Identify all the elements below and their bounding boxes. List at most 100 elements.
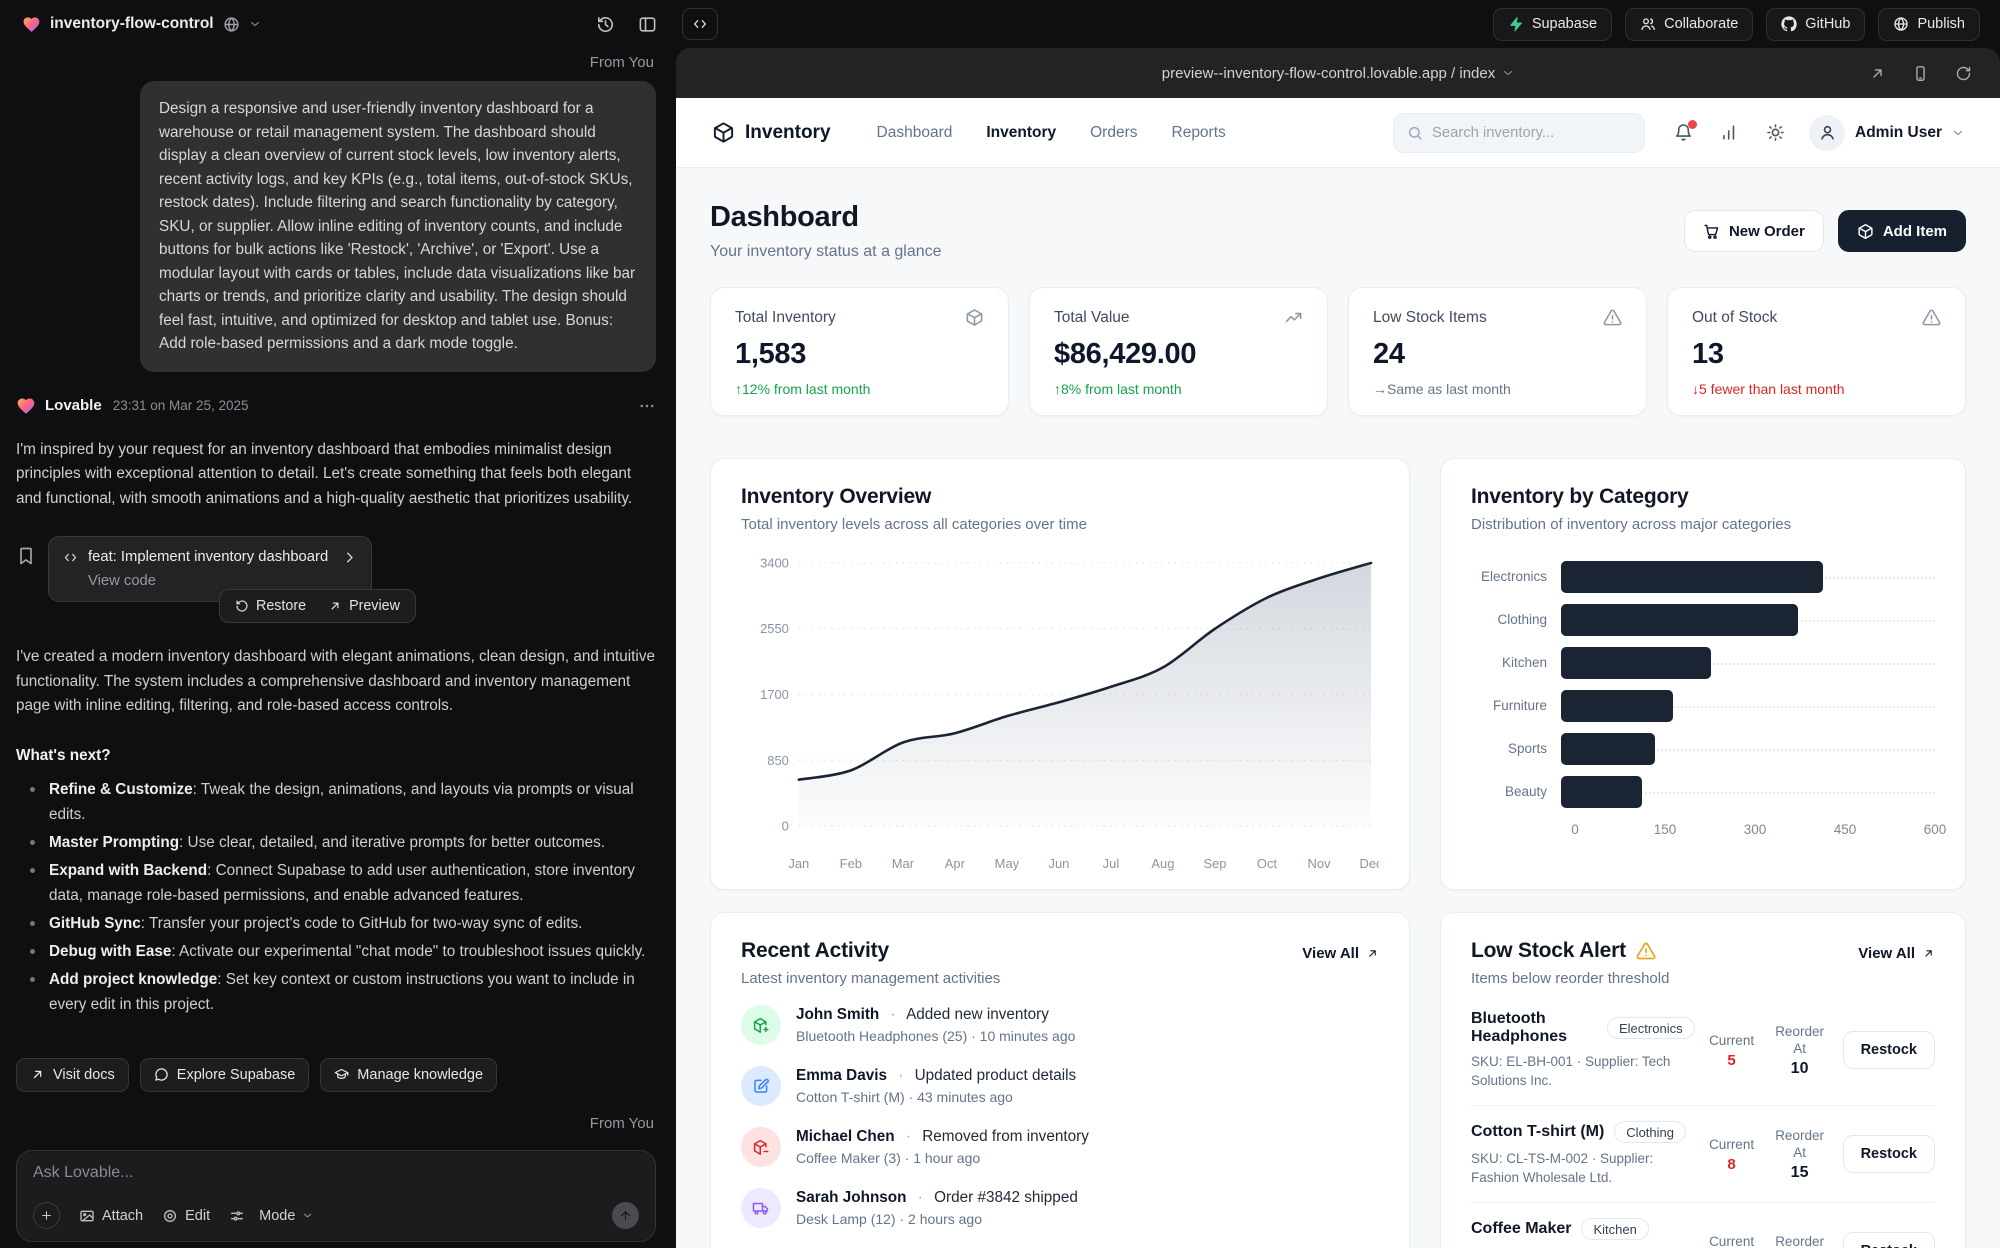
panel-toggle-icon[interactable]	[638, 15, 657, 34]
toolbar-button-supabase[interactable]: Supabase	[1493, 8, 1612, 41]
bar-furniture	[1561, 690, 1673, 722]
assistant-intro: I'm inspired by your request for an inve…	[16, 438, 656, 512]
message-menu-icon[interactable]	[638, 397, 656, 415]
page-subtitle: Your inventory status at a glance	[710, 243, 942, 261]
svg-text:Oct: Oct	[1257, 856, 1278, 871]
kpi-label: Total Inventory	[735, 309, 836, 327]
preview-url[interactable]: preview--inventory-flow-control.lovable.…	[1162, 65, 1515, 82]
preview-window: preview--inventory-flow-control.lovable.…	[676, 48, 2000, 1248]
toolbar-button-collaborate[interactable]: Collaborate	[1625, 8, 1753, 41]
code-view-button[interactable]	[682, 8, 718, 40]
project-chevron-icon[interactable]	[249, 18, 261, 30]
bookmark-icon[interactable]	[16, 546, 36, 566]
view-code-link[interactable]: View code	[88, 573, 357, 589]
toolbar-button-github[interactable]: GitHub	[1766, 8, 1865, 41]
svg-text:Dec: Dec	[1360, 856, 1379, 871]
svg-text:1700: 1700	[760, 687, 789, 702]
chat-action-button[interactable]: Visit docs	[16, 1058, 129, 1092]
search-box[interactable]	[1393, 113, 1645, 153]
kpi-icon	[1603, 308, 1622, 327]
view-all-low-stock-button[interactable]: View All	[1858, 945, 1935, 962]
bar-chart-axis: 0150300450600	[1575, 822, 1935, 842]
reorder-value: 10	[1771, 1060, 1829, 1078]
analytics-icon[interactable]	[1720, 123, 1739, 142]
avatar	[1809, 115, 1845, 151]
kpi-icon	[1284, 308, 1303, 327]
chat-action-button[interactable]: Explore Supabase	[140, 1058, 310, 1092]
refresh-icon[interactable]	[1955, 65, 1972, 82]
tip-title: GitHub Sync	[49, 915, 141, 932]
activity-icon	[741, 1066, 781, 1106]
preview-button[interactable]: Preview	[319, 594, 409, 618]
nav-item-reports[interactable]: Reports	[1172, 124, 1226, 142]
notification-dot	[1688, 120, 1697, 129]
activity-action: Removed from inventory	[922, 1128, 1089, 1145]
low-stock-item: Cotton T-shirt (M) Clothing SKU: CL-TS-M…	[1471, 1105, 1935, 1202]
chat-action-label: Explore Supabase	[177, 1067, 296, 1083]
restock-button[interactable]: Restock	[1843, 1232, 1935, 1248]
app-brand[interactable]: Inventory	[712, 121, 831, 144]
whats-next-item: GitHub Sync: Transfer your project's cod…	[16, 911, 656, 936]
toolbar-button-label: Supabase	[1532, 16, 1597, 32]
search-input[interactable]	[1432, 125, 1631, 141]
inventory-app: Inventory Dashboard Inventory Orders Report…	[676, 98, 2000, 1248]
restore-icon	[235, 599, 249, 613]
nav-item-dashboard[interactable]: Dashboard	[877, 124, 953, 142]
tip-title: Debug with Ease	[49, 943, 171, 960]
search-icon	[1407, 125, 1423, 141]
edit-button[interactable]: Edit	[162, 1208, 210, 1224]
restock-button[interactable]: Restock	[1843, 1135, 1935, 1173]
chat-action-label: Visit docs	[53, 1067, 115, 1083]
project-name[interactable]: inventory-flow-control	[50, 15, 214, 33]
chart-subtitle: Distribution of inventory across major c…	[1471, 516, 1935, 533]
mobile-view-icon[interactable]	[1912, 65, 1929, 82]
kpi-card: Total Value $86,429.00 ↑8% from last mon…	[1029, 287, 1328, 416]
chevron-right-icon	[342, 550, 357, 565]
chat-action-icon	[334, 1067, 349, 1082]
open-external-icon[interactable]	[1869, 65, 1886, 82]
view-all-activity-button[interactable]: View All	[1302, 945, 1379, 962]
current-value: 8	[1703, 1156, 1761, 1173]
activity-item: Emma Davis · Updated product details Cot…	[741, 1066, 1379, 1106]
activity-action: Order #3842 shipped	[934, 1189, 1078, 1206]
svg-text:May: May	[995, 856, 1020, 871]
restock-button[interactable]: Restock	[1843, 1031, 1935, 1069]
kpi-row: Total Inventory 1,583 ↑12% from last mon…	[710, 287, 1966, 416]
bar-sports	[1561, 733, 1655, 765]
product-name: Bluetooth Headphones	[1471, 1010, 1597, 1046]
nav-item-orders[interactable]: Orders	[1090, 124, 1137, 142]
category-badge: Clothing	[1614, 1121, 1686, 1143]
kpi-label: Total Value	[1054, 309, 1130, 327]
history-icon[interactable]	[596, 15, 615, 34]
chat-action-button[interactable]: Manage knowledge	[320, 1058, 497, 1092]
user-menu[interactable]: Admin User	[1809, 115, 1964, 151]
image-icon	[79, 1208, 95, 1224]
current-label: Current	[1703, 1233, 1761, 1248]
toolbar-button-publish[interactable]: Publish	[1878, 8, 1980, 41]
kpi-card: Low Stock Items 24 →Same as last month	[1348, 287, 1647, 416]
chat-action-icon	[30, 1067, 45, 1082]
code-icon	[63, 550, 78, 565]
bar-row: Furniture	[1471, 684, 1935, 727]
add-item-button[interactable]: Add Item	[1838, 210, 1966, 252]
mode-selector[interactable]: Mode	[229, 1208, 313, 1224]
current-label: Current	[1703, 1136, 1761, 1153]
activity-list: John Smith · Added new inventory Bluetoo…	[741, 1005, 1379, 1228]
restore-button[interactable]: Restore	[226, 594, 315, 618]
kpi-card: Total Inventory 1,583 ↑12% from last mon…	[710, 287, 1009, 416]
target-icon	[162, 1208, 178, 1224]
low-stock-title: Low Stock Alert	[1471, 939, 1626, 963]
activity-icon	[741, 1188, 781, 1228]
kpi-delta: →Same as last month	[1373, 381, 1622, 397]
add-attachment-button[interactable]	[33, 1202, 60, 1229]
new-order-button[interactable]: New Order	[1684, 210, 1824, 252]
attach-button[interactable]: Attach	[79, 1208, 143, 1224]
nav-item-inventory[interactable]: Inventory	[986, 124, 1056, 142]
svg-text:0: 0	[782, 819, 789, 834]
bar-row: Clothing	[1471, 598, 1935, 641]
theme-toggle-sun-icon[interactable]	[1766, 123, 1785, 142]
send-button[interactable]	[612, 1202, 639, 1229]
activity-glyph	[752, 1077, 770, 1095]
chat-input[interactable]	[33, 1164, 639, 1182]
notifications-button[interactable]	[1674, 123, 1693, 142]
